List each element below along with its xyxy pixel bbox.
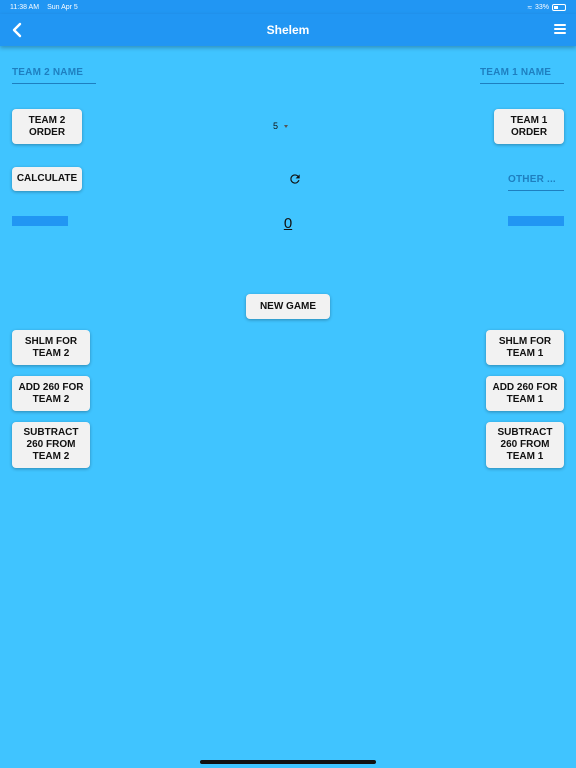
team1-name-input[interactable]: TEAM 1 NAME (480, 62, 564, 84)
battery-percent: 33% (534, 3, 549, 11)
team2-score-bar (12, 216, 68, 226)
subtract260-team1-button[interactable]: SUBTRACT 260 FROM TEAM 1 (486, 422, 564, 468)
app-bar: Shelem (0, 14, 576, 46)
add260-team2-button[interactable]: ADD 260 FOR TEAM 2 (12, 376, 90, 411)
round-select-value: 5 (273, 121, 279, 131)
team2-name-input[interactable]: TEAM 2 NAME (12, 62, 96, 84)
status-time: 11:38 AM (10, 3, 40, 11)
status-bar: 11:38 AM Sun Apr 5 ≈ 33% (0, 0, 576, 14)
wifi-icon: ≈ (527, 2, 532, 12)
calculate-button[interactable]: CALCULATE (12, 167, 82, 191)
back-icon[interactable] (10, 21, 26, 39)
add260-team1-button[interactable]: ADD 260 FOR TEAM 1 (486, 376, 564, 411)
round-select[interactable]: 5 (273, 118, 301, 134)
team1-order-button[interactable]: TEAM 1 ORDER (494, 109, 564, 144)
score-value[interactable]: 0 (276, 215, 300, 237)
refresh-icon[interactable] (288, 172, 302, 186)
team1-score-bar (508, 216, 564, 226)
shlm-team2-button[interactable]: SHLM FOR TEAM 2 (12, 330, 90, 365)
status-date: Sun Apr 5 (47, 3, 78, 11)
new-game-button[interactable]: NEW GAME (246, 294, 330, 319)
other-input[interactable]: OTHER ... (508, 169, 564, 191)
page-title: Shelem (266, 23, 310, 37)
shlm-team1-button[interactable]: SHLM FOR TEAM 1 (486, 330, 564, 365)
dropdown-caret-icon (284, 124, 289, 128)
battery-icon (552, 3, 566, 11)
team2-order-button[interactable]: TEAM 2 ORDER (12, 109, 82, 144)
menu-icon[interactable] (554, 24, 566, 35)
home-indicator (200, 760, 376, 764)
subtract260-team2-button[interactable]: SUBTRACT 260 FROM TEAM 2 (12, 422, 90, 468)
